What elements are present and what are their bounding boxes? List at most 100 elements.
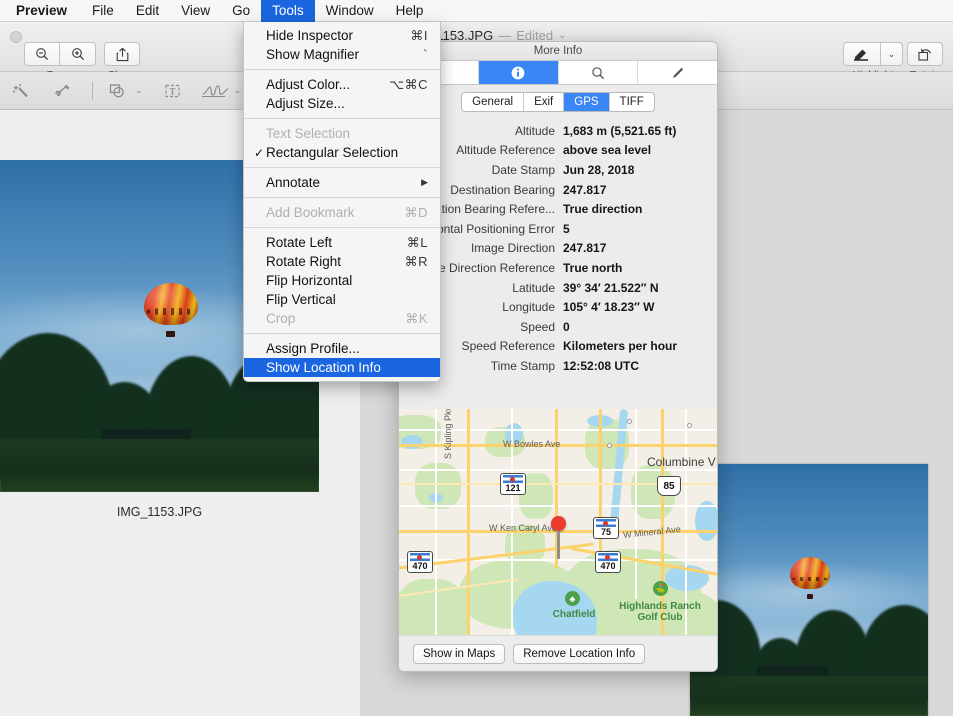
metadata-row: ontal Positioning Error 5 (399, 219, 717, 239)
metadata-subtabs-container: General Exif GPS TIFF (399, 85, 717, 118)
subtab-tiff[interactable]: TIFF (610, 93, 654, 111)
menu-separator (244, 167, 440, 168)
show-in-maps-button[interactable]: Show in Maps (413, 643, 506, 664)
balloon-envelope (143, 282, 198, 326)
menubar-item-tools[interactable]: Tools (261, 0, 315, 22)
map-road (635, 409, 637, 599)
metadata-row: ation Bearing Refere... True direction (399, 199, 717, 219)
menubar-item-edit[interactable]: Edit (125, 0, 170, 22)
menu-item-show-magnifier[interactable]: Show Magnifier ` (244, 45, 440, 64)
metadata-value: 247.817 (563, 182, 607, 197)
highway (661, 409, 664, 671)
metadata-value: above sea level (563, 143, 652, 158)
menu-item-hide-inspector[interactable]: Hide Inspector ⌘I (244, 26, 440, 45)
metadata-subtabs: General Exif GPS TIFF (461, 92, 655, 112)
menu-item-assign-profile[interactable]: Assign Profile... (244, 339, 440, 358)
route-shield-121: 121 (500, 473, 526, 495)
balloon-photo-render-2 (690, 464, 928, 716)
more-info-inspector-panel: More Info General Exif GPS TIFF Altitude… (398, 41, 718, 672)
menu-item-label: Annotate (266, 175, 321, 190)
gps-metadata-list: Altitude 1,683 m (5,521.65 ft) Altitude Re… (399, 118, 717, 382)
metadata-row: Speed 0 (399, 317, 717, 337)
subtab-general[interactable]: General (462, 93, 525, 111)
route-shield-number: 75 (600, 527, 611, 537)
subtab-exif[interactable]: Exif (524, 93, 565, 111)
map-place-label-chatfield: Chatfield (552, 609, 596, 620)
menu-item-label: Assign Profile... (266, 341, 360, 356)
metadata-value: 12:52:08 UTC (563, 358, 640, 373)
location-pin[interactable] (551, 516, 566, 559)
tab-search[interactable] (559, 61, 639, 84)
menubar-item-window[interactable]: Window (315, 0, 385, 22)
tools-dropdown-menu: Hide Inspector ⌘I Show Magnifier ` Adjust Co… (243, 22, 441, 382)
menu-item-adjust-size[interactable]: Adjust Size... (244, 94, 440, 113)
colorado-flag-icon (503, 475, 523, 483)
menu-item-shortcut: ⌘L (406, 234, 428, 250)
menu-item-flip-horizontal[interactable]: Flip Horizontal (244, 271, 440, 290)
metadata-row: Speed Reference Kilometers per hour (399, 337, 717, 357)
remove-location-info-button[interactable]: Remove Location Info (513, 643, 646, 664)
route-shield-85-north: 85 (657, 476, 681, 496)
map-marker-dot (627, 419, 632, 424)
menu-item-shortcut: ⌘K (405, 310, 428, 326)
menu-separator (244, 227, 440, 228)
menubar-item-view[interactable]: View (170, 0, 221, 22)
map-street-label: W Bowles Ave (503, 439, 561, 449)
tab-info[interactable] (478, 61, 559, 84)
menubar-item-preview[interactable]: Preview (0, 0, 81, 22)
subtab-gps[interactable]: GPS (564, 93, 610, 111)
secondary-document-window[interactable] (690, 464, 928, 716)
tab-annotations[interactable] (638, 61, 717, 84)
highway (467, 409, 470, 671)
pond (695, 501, 717, 541)
metadata-value: 247.817 (563, 241, 607, 256)
menu-item-label: Add Bookmark (266, 205, 355, 220)
route-shield-number: 121 (505, 483, 521, 493)
metadata-row: Altitude Reference above sea level (399, 141, 717, 161)
menu-separator (244, 69, 440, 70)
menu-item-label: Crop (266, 311, 296, 326)
menu-item-adjust-color[interactable]: Adjust Color... ⌥⌘C (244, 75, 440, 94)
menu-item-flip-vertical[interactable]: Flip Vertical (244, 290, 440, 309)
menu-item-label: Hide Inspector (266, 28, 354, 43)
menu-item-add-bookmark: Add Bookmark ⌘D (244, 203, 440, 222)
metadata-row: Altitude 1,683 m (5,521.65 ft) (399, 121, 717, 141)
golf-poi-icon: ⛳ (653, 581, 668, 596)
info-panel-titlebar: More Info (399, 42, 717, 61)
menu-item-shortcut: ⌥⌘C (389, 76, 428, 92)
menu-item-label: Rectangular Selection (266, 145, 399, 160)
pond (401, 435, 423, 449)
map-road (399, 505, 717, 507)
map-road (435, 409, 437, 671)
menu-item-rectangular-selection[interactable]: ✓ Rectangular Selection (244, 143, 440, 162)
metadata-value: 39° 34′ 21.522″ N (563, 280, 659, 295)
menu-item-rotate-left[interactable]: Rotate Left ⌘L (244, 233, 440, 252)
menu-item-show-location-info[interactable]: Show Location Info (244, 358, 440, 377)
map-marker-dot (687, 423, 692, 428)
menubar-item-help[interactable]: Help (385, 0, 435, 22)
search-icon (592, 66, 604, 79)
menu-item-rotate-right[interactable]: Rotate Right ⌘R (244, 252, 440, 271)
menubar-item-file[interactable]: File (81, 0, 125, 22)
info-panel-title: More Info (533, 45, 583, 57)
location-map[interactable]: W Bowles Ave S Kipling Pkwy W Ken Caryl … (399, 409, 717, 671)
colorado-flag-icon (598, 553, 618, 561)
menu-item-shortcut: ⌘D (404, 204, 428, 220)
route-shield-number: 85 (663, 480, 675, 492)
location-pin-head (551, 516, 566, 531)
metadata-row: Date Stamp Jun 28, 2018 (399, 160, 717, 180)
menu-item-label: Show Location Info (266, 360, 381, 375)
highway (599, 409, 602, 569)
metadata-row: Image Direction 247.817 (399, 239, 717, 259)
metadata-value: True north (563, 260, 623, 275)
map-road (399, 469, 717, 471)
location-pin-stem (557, 531, 560, 559)
menu-item-shortcut: ⌘R (404, 253, 428, 269)
metadata-row: Longitude 105° 4′ 18.23″ W (399, 297, 717, 317)
metadata-value: Kilometers per hour (563, 339, 678, 354)
menubar-item-go[interactable]: Go (221, 0, 261, 22)
menu-item-annotate[interactable]: Annotate ▶ (244, 173, 440, 192)
metadata-value: 5 (563, 221, 570, 236)
colorado-flag-icon (410, 553, 430, 561)
balloon-basket (166, 331, 175, 337)
